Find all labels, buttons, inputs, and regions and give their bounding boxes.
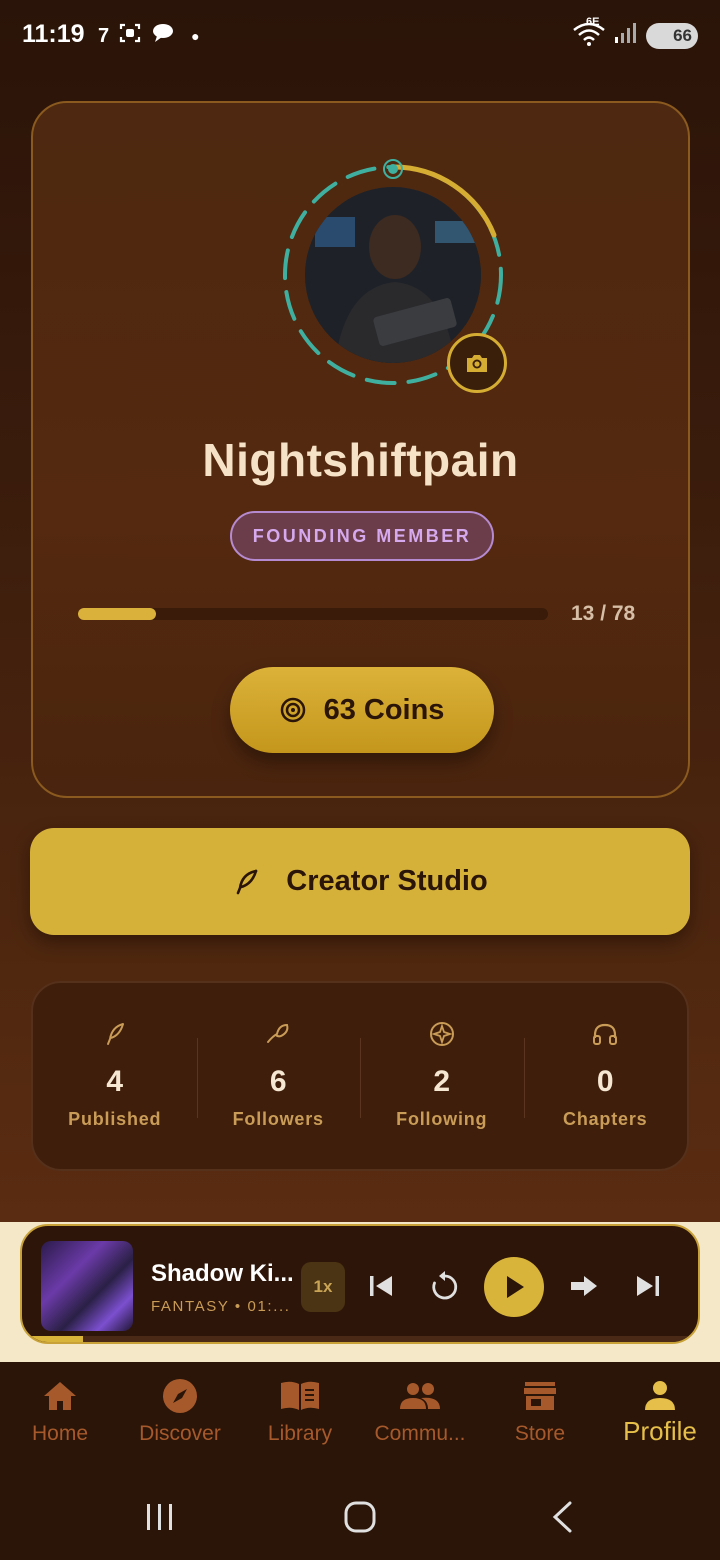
home-circle-icon[interactable] [343,1500,377,1534]
quill-icon [103,1019,127,1049]
creator-studio-label: Creator Studio [286,865,488,897]
nav-discover[interactable]: Discover [120,1362,240,1472]
stat-published[interactable]: 4 Published [33,983,197,1169]
bottom-nav: Home Discover Library Commu... Store Pro… [0,1362,720,1472]
nav-home[interactable]: Home [0,1362,120,1472]
store-icon [522,1378,558,1414]
compass-star-icon [429,1019,455,1049]
nav-label: Library [267,1422,333,1445]
skip-previous-icon [370,1276,392,1296]
skip-next-icon [637,1276,659,1296]
stat-value: 6 [269,1065,287,1098]
stat-label: Following [396,1109,488,1129]
status-bar: 11:19 7 ● 6E 66 [0,0,720,70]
recent-apps-icon[interactable] [144,1502,176,1532]
track-meta: FANTASY • 01:... [151,1298,291,1315]
stat-label: Published [68,1109,162,1129]
avatar[interactable] [305,187,481,363]
stat-label: Chapters [563,1109,648,1129]
playback-speed-button[interactable]: 1x [301,1262,345,1312]
seven-app-icon: 7 [98,24,110,47]
stat-label: Followers [232,1109,324,1129]
headphones-icon [591,1019,619,1049]
stat-value: 0 [596,1065,614,1098]
profile-card: Nightshiftpain FOUNDING MEMBER 13 / 78 6… [31,101,690,798]
stat-chapters[interactable]: 0 Chapters [523,983,688,1169]
nav-label: Store [514,1422,566,1445]
stat-following[interactable]: 2 Following [360,983,524,1169]
stat-followers[interactable]: 6 Followers [196,983,361,1169]
stat-value: 2 [433,1065,451,1098]
home-icon [42,1378,78,1414]
notification-icons: 7 ● [98,22,200,50]
rewind-button[interactable] [417,1258,473,1314]
forward-button[interactable] [556,1258,612,1314]
coin-target-icon [280,697,305,723]
coins-button[interactable]: 63 Coins [230,667,494,753]
compass-icon [162,1378,198,1414]
track-cover-art[interactable] [41,1241,133,1331]
stat-value: 4 [106,1065,124,1098]
play-button[interactable] [484,1257,544,1317]
nav-store[interactable]: Store [480,1362,600,1472]
nav-label: Discover [139,1422,221,1445]
arrow-forward-icon [571,1276,597,1296]
dot-icon: ● [191,28,200,44]
system-nav-bar [0,1472,720,1560]
replay-icon [432,1271,458,1300]
nav-label: Home [31,1422,89,1445]
track-title: Shadow Ki... [151,1260,294,1287]
play-icon [507,1276,524,1298]
founding-member-badge: FOUNDING MEMBER [230,511,494,561]
level-progress-text: 13 / 78 [571,602,636,625]
feather-icon [265,1019,291,1049]
creator-studio-button[interactable]: Creator Studio [30,828,690,935]
coins-label: 63 Coins [323,693,445,726]
nav-label: Commu... [374,1422,466,1445]
network-type: 6E [586,16,600,28]
status-time: 11:19 [22,20,85,48]
battery-indicator: 66 [646,22,698,49]
next-button[interactable] [620,1258,676,1314]
username: Nightshiftpain [202,434,519,486]
player-progress-fill [22,1336,83,1342]
screenshot-icon [119,22,141,50]
nav-library[interactable]: Library [240,1362,360,1472]
wifi-icon: 6E [572,16,606,51]
level-progress-bar [78,608,548,620]
community-icon [399,1378,441,1414]
status-right: 6E 66 [572,16,698,51]
camera-icon [467,355,487,372]
level-progress-fill [78,608,157,620]
quill-icon [236,869,258,894]
profile-icon [643,1378,677,1414]
back-icon[interactable] [550,1500,574,1534]
mini-player[interactable]: Shadow Ki... FANTASY • 01:... 1x [20,1224,700,1344]
library-icon [279,1378,321,1414]
player-progress-bar[interactable] [22,1336,698,1342]
previous-button[interactable] [353,1258,409,1314]
nav-profile[interactable]: Profile [600,1362,720,1472]
nav-community[interactable]: Commu... [360,1362,480,1472]
stats-card: 4 Published 6 Followers 2 Following 0 Ch… [31,981,689,1171]
avatar-container [281,155,507,393]
nav-label: Profile [623,1416,697,1446]
signal-icon [614,22,638,49]
change-photo-button[interactable] [447,333,507,393]
chat-icon [151,22,175,50]
